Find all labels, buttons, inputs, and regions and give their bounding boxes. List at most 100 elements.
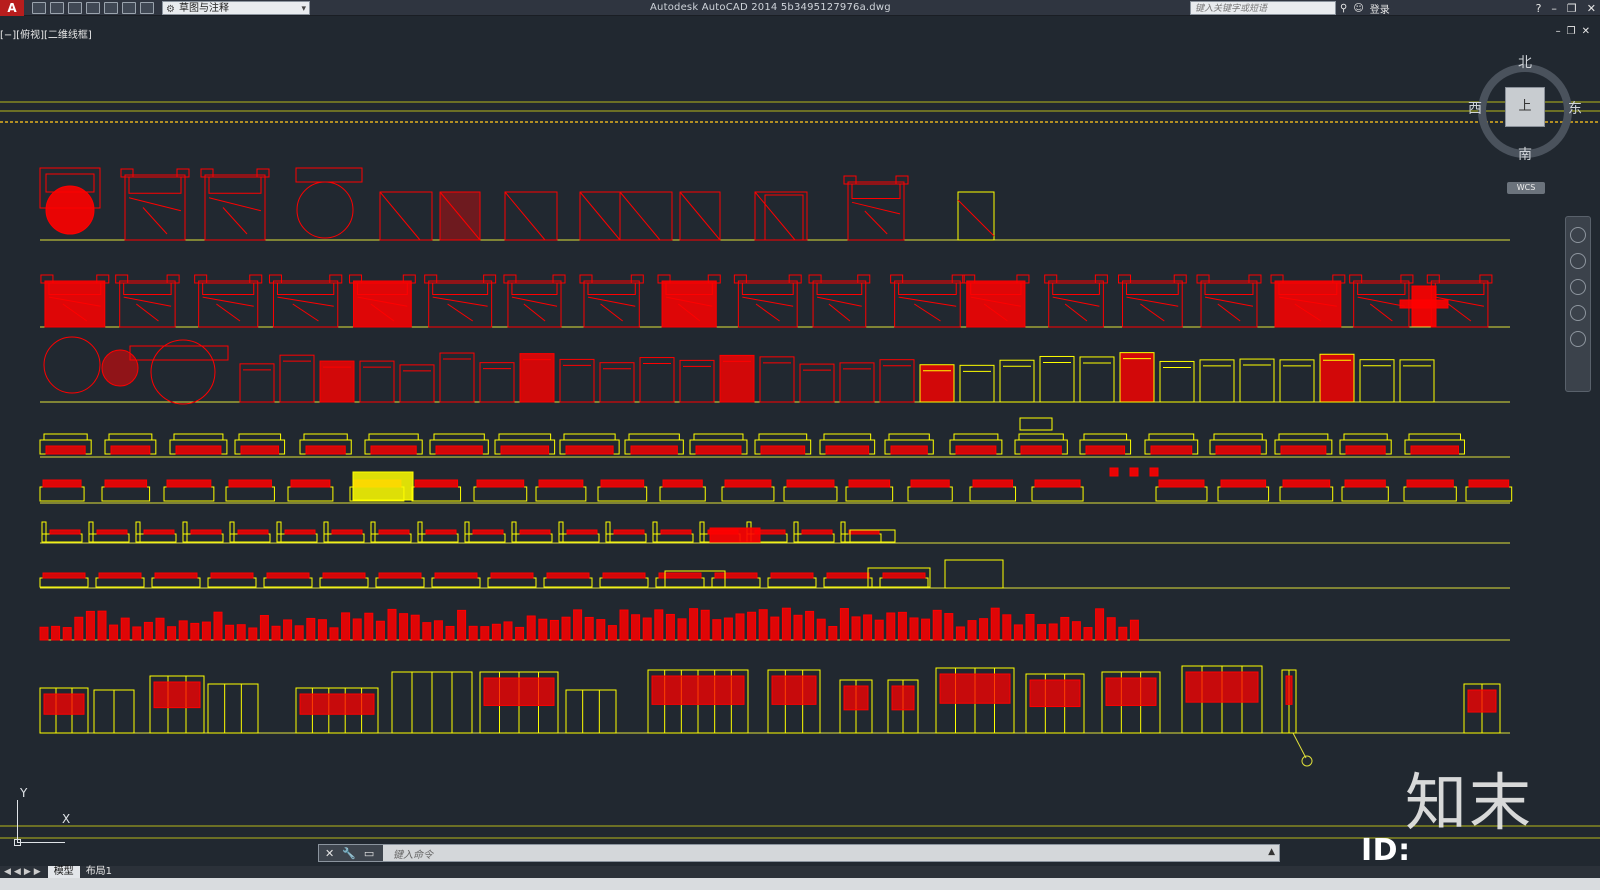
- steering-wheel-icon[interactable]: [1570, 227, 1586, 243]
- cad-block: [1129, 619, 1139, 641]
- cad-block: [294, 625, 304, 641]
- user-icon[interactable]: ☺: [1353, 3, 1363, 14]
- cad-block: [503, 274, 517, 284]
- drawing-canvas[interactable]: [0, 18, 1600, 864]
- cad-block: [190, 529, 222, 535]
- save-icon[interactable]: [68, 1, 82, 14]
- cad-block: [445, 625, 455, 641]
- viewport-close-button[interactable]: ✕: [1582, 26, 1590, 37]
- cad-block: [735, 613, 745, 641]
- cad-block: [88, 521, 94, 543]
- cad-block: [491, 623, 501, 641]
- cad-block: [605, 533, 647, 543]
- cad-block: [173, 433, 224, 441]
- cad-block: [425, 529, 457, 535]
- save-as-icon[interactable]: [86, 1, 100, 14]
- search-input[interactable]: 键入关键字或短语: [1190, 1, 1336, 15]
- open-file-icon[interactable]: [50, 1, 64, 14]
- cad-block: [733, 274, 747, 284]
- cad-block: [519, 529, 551, 535]
- cad-block: [652, 533, 694, 543]
- cad-block: [210, 572, 254, 579]
- view-cube-top-face[interactable]: 上: [1505, 87, 1545, 127]
- cad-block: [891, 685, 915, 711]
- cad-block: [229, 533, 271, 543]
- cad-block: [128, 176, 182, 194]
- cad-block: [1048, 280, 1104, 328]
- tab-layout1[interactable]: 布局1: [80, 866, 118, 878]
- cad-block: [85, 610, 95, 641]
- cad-block: [573, 609, 583, 641]
- compass-north[interactable]: 北: [1518, 52, 1532, 72]
- showmotion-icon[interactable]: [1570, 331, 1586, 347]
- cad-block: [967, 620, 977, 641]
- watermark-logo: 知末: [1405, 766, 1534, 839]
- cad-block: [238, 433, 282, 441]
- wrench-icon[interactable]: 🔧: [342, 847, 356, 860]
- cad-block: [375, 577, 425, 588]
- cad-line: [914, 303, 941, 322]
- wcs-menu[interactable]: WCS: [1507, 182, 1545, 194]
- cad-block: [1060, 616, 1070, 641]
- compass-east[interactable]: 东: [1568, 98, 1582, 118]
- cad-block: [1048, 623, 1058, 641]
- cad-block: [95, 577, 145, 588]
- cad-block: [737, 280, 798, 328]
- tab-scroll-arrows[interactable]: ◀◀▶▶: [0, 867, 48, 877]
- application-menu-button[interactable]: A: [0, 0, 24, 16]
- cad-arc: [150, 339, 216, 405]
- zoom-icon[interactable]: [1570, 279, 1586, 295]
- login-link[interactable]: 登录: [1370, 1, 1390, 16]
- cad-arc: [43, 336, 101, 394]
- minimize-button[interactable]: –: [1551, 2, 1557, 15]
- cad-arc: [45, 185, 95, 235]
- command-line: ✕ 🔧 ▭ 键入命令 ▲: [318, 844, 1280, 862]
- cad-line: [123, 296, 172, 307]
- new-file-icon[interactable]: [32, 1, 46, 14]
- viewport-controls-label[interactable]: [−][俯视][二维线框]: [0, 26, 92, 41]
- cad-block: [944, 613, 954, 641]
- cad-block: [1215, 445, 1261, 455]
- cad-block: [886, 612, 896, 641]
- cad-line: [600, 303, 623, 322]
- cad-block: [515, 626, 525, 641]
- command-history-icon[interactable]: ▭: [364, 847, 374, 860]
- cad-block: [579, 274, 593, 284]
- cad-block: [770, 616, 780, 641]
- tab-model[interactable]: 模型: [47, 866, 80, 878]
- print-icon[interactable]: [104, 1, 118, 14]
- maximize-button[interactable]: ❐: [1567, 2, 1577, 15]
- cad-line: [742, 296, 794, 307]
- cad-block: [879, 577, 929, 588]
- cad-line: [128, 197, 182, 212]
- workspace-dropdown[interactable]: ⚙ 草图与注释 ▾: [162, 0, 310, 15]
- cad-block: [1280, 445, 1327, 455]
- close-icon[interactable]: ✕: [325, 847, 334, 860]
- cad-block: [843, 175, 857, 185]
- redo-icon[interactable]: [140, 1, 154, 14]
- cad-line: [432, 296, 488, 307]
- compass-west[interactable]: 西: [1468, 98, 1482, 118]
- command-input[interactable]: 键入命令: [383, 846, 433, 861]
- cad-block: [788, 274, 802, 284]
- cad-block: [135, 533, 177, 543]
- viewport-minimize-button[interactable]: –: [1556, 26, 1561, 37]
- cad-block: [1274, 280, 1342, 328]
- undo-icon[interactable]: [122, 1, 136, 14]
- command-expand-icon[interactable]: ▲: [1268, 847, 1275, 857]
- cad-block: [760, 445, 806, 455]
- compass-south[interactable]: 南: [1518, 144, 1532, 164]
- cad-block: [115, 274, 129, 284]
- view-cube[interactable]: 上 北 南 东 西: [1468, 55, 1582, 166]
- pan-icon[interactable]: [1570, 253, 1586, 269]
- cad-block: [771, 675, 817, 705]
- cad-block: [51, 625, 61, 641]
- help-icon[interactable]: ?: [1536, 2, 1542, 15]
- cad-block: [700, 609, 710, 641]
- cad-block: [341, 612, 351, 641]
- viewport-restore-button[interactable]: ❐: [1567, 26, 1576, 37]
- binoculars-icon[interactable]: ⚲: [1340, 3, 1347, 14]
- cad-line: [222, 207, 248, 235]
- orbit-icon[interactable]: [1570, 305, 1586, 321]
- close-button[interactable]: ✕: [1587, 2, 1596, 15]
